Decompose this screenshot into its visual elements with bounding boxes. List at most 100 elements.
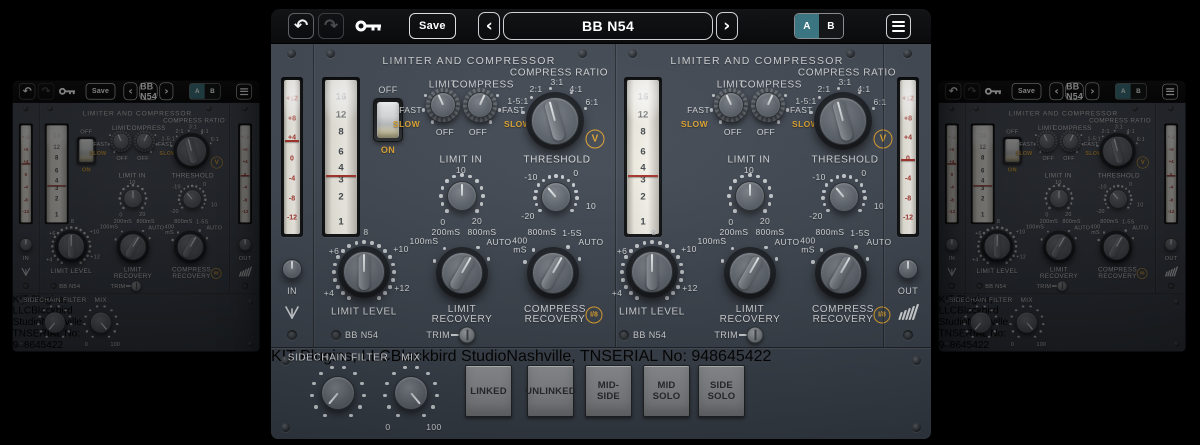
- compress-mode-knob[interactable]: [134, 130, 155, 151]
- sidechain-filter-knob[interactable]: [44, 312, 65, 333]
- bottom-strip: SIDECHAIN FILTER MIX 0 100 LINKED UNLINK…: [939, 294, 1186, 352]
- mid-solo-button[interactable]: MID SOLO: [643, 365, 690, 417]
- ab-b-button[interactable]: B: [205, 84, 220, 99]
- compress-ratio-knob[interactable]: [173, 133, 210, 170]
- redo-button[interactable]: ↷: [318, 13, 344, 39]
- limit-mode-knob[interactable]: [110, 130, 131, 151]
- compress-mode-knob[interactable]: [751, 88, 785, 122]
- compress-ratio-knob[interactable]: [814, 92, 872, 150]
- limit-recovery-knob[interactable]: [436, 247, 488, 299]
- device-name: BB N54: [985, 283, 1006, 289]
- limit-level-knob[interactable]: [338, 246, 390, 298]
- ab-a-button[interactable]: A: [190, 84, 205, 99]
- redo-button[interactable]: ↷: [38, 83, 54, 99]
- input-level-knob[interactable]: [946, 238, 959, 251]
- mid-side-button[interactable]: MID-SIDE: [585, 365, 632, 417]
- limit-in-knob[interactable]: [124, 189, 143, 208]
- preset-next-button[interactable]: ›: [716, 12, 738, 40]
- license-key-button[interactable]: [355, 19, 383, 33]
- threshold-knob[interactable]: [183, 190, 202, 209]
- toggle-on-label: ON: [1008, 166, 1017, 172]
- limit-recovery-knob[interactable]: [1043, 231, 1076, 264]
- preset-next-button[interactable]: ›: [160, 83, 174, 101]
- compress-ratio-knob[interactable]: [1099, 133, 1136, 170]
- compress-recovery-knob[interactable]: [815, 247, 867, 299]
- limit-fast-mark: FAST: [1019, 141, 1033, 147]
- license-key-button[interactable]: [59, 87, 77, 96]
- ratio-mark: 1-5:1: [507, 96, 528, 106]
- ab-b-button[interactable]: B: [1131, 84, 1146, 99]
- trim-slider[interactable]: [459, 327, 476, 344]
- input-level-knob[interactable]: [20, 238, 33, 251]
- input-level-knob[interactable]: [282, 259, 302, 279]
- limit-recovery-knob[interactable]: [117, 231, 150, 264]
- input-column: +12+8+40-4-8-12 IN: [13, 103, 39, 294]
- side-solo-button[interactable]: SIDE SOLO: [698, 365, 745, 417]
- compress-recovery-knob[interactable]: [174, 231, 207, 264]
- compress-ratio-knob[interactable]: [526, 92, 584, 150]
- undo-button[interactable]: ↶: [288, 13, 314, 39]
- mix-knob[interactable]: [90, 312, 111, 333]
- limit-recovery-knob[interactable]: [724, 247, 776, 299]
- unlinked-button[interactable]: UNLINKED: [527, 365, 574, 417]
- limit-level-knob[interactable]: [55, 230, 88, 263]
- save-button[interactable]: Save: [1012, 83, 1042, 99]
- limit-in-knob[interactable]: [447, 181, 477, 211]
- output-level-knob[interactable]: [1165, 238, 1178, 251]
- save-button[interactable]: Save: [409, 13, 456, 39]
- menu-button[interactable]: [1162, 83, 1178, 99]
- preset-prev-button[interactable]: ‹: [478, 12, 500, 40]
- limit-mode-knob[interactable]: [714, 88, 748, 122]
- trim-slider[interactable]: [747, 327, 764, 344]
- trim-slider[interactable]: [131, 281, 142, 292]
- mix-min-mark: 0: [1011, 341, 1014, 347]
- threshold-knob[interactable]: [1109, 190, 1128, 209]
- limit-level-knob[interactable]: [981, 230, 1014, 263]
- kit-plugins-logo: [1164, 265, 1178, 276]
- ab-a-button[interactable]: A: [1116, 84, 1131, 99]
- preset-prev-button[interactable]: ‹: [1050, 83, 1064, 101]
- ab-b-button[interactable]: B: [819, 14, 843, 38]
- sidechain-filter-knob[interactable]: [970, 312, 991, 333]
- menu-button[interactable]: [886, 14, 911, 39]
- redo-button[interactable]: ↷: [964, 83, 980, 99]
- input-label: IN: [287, 286, 297, 296]
- preset-name-box[interactable]: BB N54: [139, 83, 157, 101]
- sidechain-filter-knob[interactable]: [321, 376, 355, 410]
- compress-mode-knob[interactable]: [1060, 130, 1081, 151]
- limit-in-knob[interactable]: [735, 181, 765, 211]
- preset-prev-button[interactable]: ‹: [124, 83, 138, 101]
- mix-title: MIX: [401, 353, 421, 364]
- ratio-mark: 6:1: [211, 136, 219, 142]
- limit-mode-knob[interactable]: [1036, 130, 1057, 151]
- undo-button[interactable]: ↶: [945, 83, 961, 99]
- menu-button[interactable]: [236, 83, 252, 99]
- preset-name-box[interactable]: BB N54: [1065, 83, 1083, 101]
- mix-min-mark: 0: [385, 422, 390, 432]
- threshold-knob[interactable]: [829, 182, 859, 212]
- output-level-knob[interactable]: [898, 259, 918, 279]
- limit-in-knob[interactable]: [1050, 189, 1069, 208]
- compress-recovery-knob[interactable]: [527, 247, 579, 299]
- limit-slow-mark: SLOW: [89, 150, 106, 156]
- limit-recovery-mark: 200mS: [720, 227, 749, 237]
- output-meter-needle: [241, 175, 250, 176]
- redo-icon: ↷: [42, 86, 51, 97]
- linked-button[interactable]: LINKED: [465, 365, 512, 417]
- output-level-knob[interactable]: [239, 238, 252, 251]
- limit-level-knob[interactable]: [626, 246, 678, 298]
- preset-next-button[interactable]: ›: [1086, 83, 1100, 101]
- undo-button[interactable]: ↶: [19, 83, 35, 99]
- compress-mode-knob[interactable]: [463, 88, 497, 122]
- mix-knob[interactable]: [394, 376, 428, 410]
- threshold-knob[interactable]: [541, 182, 571, 212]
- mix-knob[interactable]: [1016, 312, 1037, 333]
- trim-slider[interactable]: [1057, 281, 1068, 292]
- preset-name-box[interactable]: BB N54: [503, 12, 712, 40]
- compress-recovery-knob[interactable]: [1100, 231, 1133, 264]
- limit-level-title: LIMIT LEVEL: [331, 307, 397, 318]
- save-button[interactable]: Save: [86, 83, 116, 99]
- license-key-button[interactable]: [985, 87, 1003, 96]
- limit-mode-knob[interactable]: [426, 88, 460, 122]
- ab-a-button[interactable]: A: [795, 14, 819, 38]
